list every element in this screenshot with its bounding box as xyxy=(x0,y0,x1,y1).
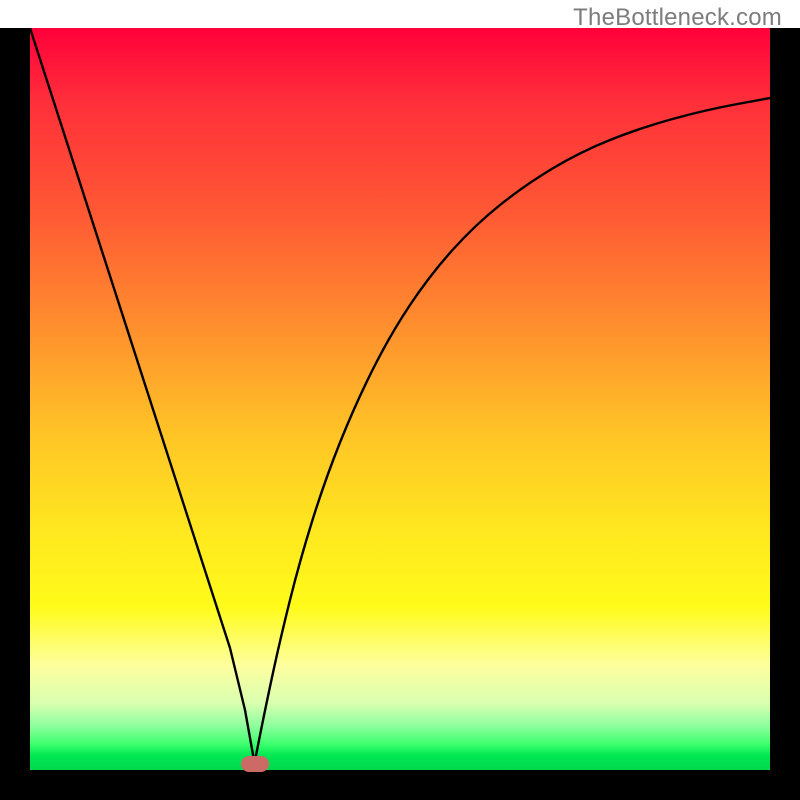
chart-plot-area xyxy=(30,28,770,770)
bottleneck-curve xyxy=(30,28,770,763)
watermark-text: TheBottleneck.com xyxy=(573,4,782,32)
minimum-marker xyxy=(241,756,269,772)
chart-svg xyxy=(30,28,770,770)
chart-frame xyxy=(0,28,800,800)
